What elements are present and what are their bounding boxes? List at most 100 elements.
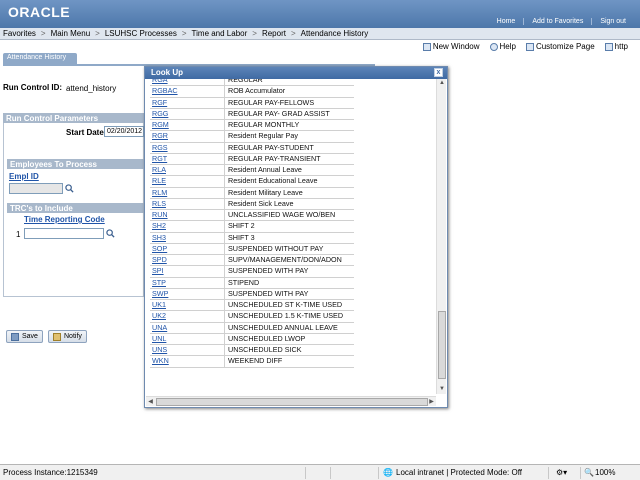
lookup-row[interactable]: STP STIPEND bbox=[150, 277, 354, 289]
nav-separator: > bbox=[252, 29, 257, 38]
tab-attendance-history[interactable]: Attendance History bbox=[3, 53, 77, 64]
lookup-description: ROB Accumulator bbox=[224, 86, 354, 97]
scroll-down-icon[interactable]: ▼ bbox=[437, 385, 447, 394]
nav-report[interactable]: Report bbox=[259, 29, 289, 38]
lookup-row[interactable]: SPI SUSPENDED WITH PAY bbox=[150, 266, 354, 278]
lookup-row[interactable]: RGBAC ROB Accumulator bbox=[150, 86, 354, 98]
zoom-level[interactable]: 100% bbox=[595, 468, 615, 477]
empl-id-input[interactable] bbox=[9, 183, 63, 194]
nav-main-menu[interactable]: Main Menu bbox=[48, 29, 94, 38]
http-icon bbox=[604, 42, 613, 51]
lookup-code-link[interactable]: RLA bbox=[150, 165, 224, 175]
lookup-code-link[interactable]: RLS bbox=[150, 199, 224, 209]
time-reporting-code-column-header[interactable]: Time Reporting Code bbox=[24, 215, 105, 224]
lookup-code-link[interactable]: SH3 bbox=[150, 233, 224, 243]
lookup-code-link[interactable]: WKN bbox=[150, 356, 224, 366]
lookup-code-link[interactable]: UNL bbox=[150, 334, 224, 344]
save-button[interactable]: Save bbox=[6, 330, 43, 343]
lookup-code-link[interactable]: RGS bbox=[150, 143, 224, 153]
lookup-row[interactable]: RGF REGULAR PAY-FELLOWS bbox=[150, 97, 354, 109]
lookup-row[interactable]: RLA Resident Annual Leave bbox=[150, 165, 354, 177]
scroll-left-icon[interactable]: ◀ bbox=[146, 397, 155, 407]
lookup-description: SUSPENDED WITH PAY bbox=[224, 266, 354, 277]
lookup-row[interactable]: RLE Resident Educational Leave bbox=[150, 176, 354, 188]
trc-input[interactable] bbox=[24, 228, 104, 239]
nav-attendance-history[interactable]: Attendance History bbox=[298, 29, 372, 38]
lookup-code-link[interactable]: RGG bbox=[150, 109, 224, 119]
lookup-row[interactable]: UNS UNSCHEDULED SICK bbox=[150, 345, 354, 357]
lookup-title-bar[interactable]: Look Up x bbox=[145, 67, 447, 79]
http-link[interactable]: http bbox=[604, 42, 628, 51]
lookup-code-link[interactable]: UNS bbox=[150, 345, 224, 355]
lookup-code-link[interactable]: RLE bbox=[150, 176, 224, 186]
home-link[interactable]: Home bbox=[489, 18, 524, 25]
security-zone-status[interactable]: Local intranet | Protected Mode: Off bbox=[396, 468, 522, 477]
lookup-row[interactable]: RGR Resident Regular Pay bbox=[150, 131, 354, 143]
lookup-row[interactable]: UNL UNSCHEDULED LWOP bbox=[150, 333, 354, 345]
empl-id-lookup-icon[interactable] bbox=[65, 184, 74, 193]
lookup-row[interactable]: SOP SUSPENDED WITHOUT PAY bbox=[150, 243, 354, 255]
lookup-row[interactable]: RLS Resident Sick Leave bbox=[150, 198, 354, 210]
close-icon[interactable]: x bbox=[434, 68, 443, 77]
lookup-row[interactable]: SH3 SHIFT 3 bbox=[150, 232, 354, 244]
lookup-row[interactable]: UK1 UNSCHEDULED ST K-TIME USED bbox=[150, 300, 354, 312]
add-to-favorites-link[interactable]: Add to Favorites bbox=[523, 18, 591, 25]
lookup-row[interactable]: UNA UNSCHEDULED ANNUAL LEAVE bbox=[150, 322, 354, 334]
lookup-code-link[interactable]: RGR bbox=[150, 131, 224, 141]
lookup-row[interactable]: RGA REGULAR bbox=[150, 79, 354, 87]
protected-mode-icon[interactable]: ⚙▾ bbox=[556, 468, 567, 477]
lookup-description: SUSPENDED WITHOUT PAY bbox=[224, 243, 354, 254]
lookup-row[interactable]: RGS REGULAR PAY-STUDENT bbox=[150, 142, 354, 154]
scroll-up-icon[interactable]: ▲ bbox=[437, 79, 447, 88]
lookup-code-link[interactable]: RGT bbox=[150, 154, 224, 164]
nav-favorites[interactable]: Favorites bbox=[0, 29, 39, 38]
lookup-code-link[interactable]: UNA bbox=[150, 323, 224, 333]
lookup-row[interactable]: SH2 SHIFT 2 bbox=[150, 221, 354, 233]
lookup-code-link[interactable]: RGBAC bbox=[150, 86, 224, 96]
lookup-code-link[interactable]: SPD bbox=[150, 255, 224, 265]
help-link[interactable]: Help bbox=[489, 42, 516, 51]
lookup-code-link[interactable]: RGA bbox=[150, 79, 224, 85]
lookup-row[interactable]: RGG REGULAR PAY- GRAD ASSIST bbox=[150, 108, 354, 120]
lookup-code-link[interactable]: SOP bbox=[150, 244, 224, 254]
horizontal-scroll-thumb[interactable] bbox=[156, 398, 428, 406]
save-icon bbox=[11, 332, 19, 341]
trc-lookup-icon[interactable] bbox=[106, 229, 115, 238]
lookup-row[interactable]: RLM Resident Military Leave bbox=[150, 187, 354, 199]
lookup-row[interactable]: RGM REGULAR MONTHLY bbox=[150, 120, 354, 132]
run-control-label: Run Control ID: bbox=[3, 83, 63, 92]
start-date-input[interactable]: 02/20/2012 bbox=[104, 126, 144, 137]
lookup-description: UNSCHEDULED LWOP bbox=[224, 333, 354, 344]
lookup-code-link[interactable]: RUN bbox=[150, 210, 224, 220]
lookup-code-link[interactable]: RGF bbox=[150, 98, 224, 108]
lookup-code-link[interactable]: RLM bbox=[150, 188, 224, 198]
lookup-code-link[interactable]: SPI bbox=[150, 266, 224, 276]
nav-time-and-labor[interactable]: Time and Labor bbox=[189, 29, 251, 38]
vertical-scroll-thumb[interactable] bbox=[438, 311, 446, 379]
scroll-right-icon[interactable]: ▶ bbox=[427, 397, 436, 407]
customize-page-link[interactable]: Customize Page bbox=[525, 42, 595, 51]
sign-out-link[interactable]: Sign out bbox=[591, 18, 634, 25]
lookup-row[interactable]: WKN WEEKEND DIFF bbox=[150, 356, 354, 368]
lookup-row[interactable]: RUN UNCLASSIFIED WAGE WO/BEN bbox=[150, 210, 354, 222]
empl-id-column-header[interactable]: Empl ID bbox=[9, 172, 39, 181]
lookup-code-link[interactable]: UK2 bbox=[150, 311, 224, 321]
nav-separator: > bbox=[40, 29, 46, 38]
employees-header: Employees To Process bbox=[7, 159, 144, 169]
lookup-code-link[interactable]: UK1 bbox=[150, 300, 224, 310]
notify-button[interactable]: Notify bbox=[48, 330, 87, 343]
lookup-row[interactable]: RGT REGULAR PAY-TRANSIENT bbox=[150, 153, 354, 165]
lookup-code-link[interactable]: RGM bbox=[150, 120, 224, 130]
nav-lsuhsc-processes[interactable]: LSUHSC Processes bbox=[102, 29, 180, 38]
lookup-description: Resident Educational Leave bbox=[224, 176, 354, 187]
lookup-row[interactable]: UK2 UNSCHEDULED 1.5 K-TIME USED bbox=[150, 311, 354, 323]
new-window-link[interactable]: New Window bbox=[422, 42, 480, 51]
horizontal-scrollbar[interactable]: ◀ ▶ bbox=[146, 396, 436, 406]
lookup-code-link[interactable]: SH2 bbox=[150, 221, 224, 231]
lookup-code-link[interactable]: STP bbox=[150, 278, 224, 288]
vertical-scrollbar[interactable]: ▲ ▼ bbox=[436, 79, 446, 394]
lookup-row[interactable]: SPD SUPV/MANAGEMENT/DON/ADON bbox=[150, 255, 354, 267]
lookup-row[interactable]: SWP SUSPENDED WITH PAY bbox=[150, 288, 354, 300]
lookup-code-link[interactable]: SWP bbox=[150, 289, 224, 299]
lookup-description: REGULAR PAY-TRANSIENT bbox=[224, 153, 354, 164]
